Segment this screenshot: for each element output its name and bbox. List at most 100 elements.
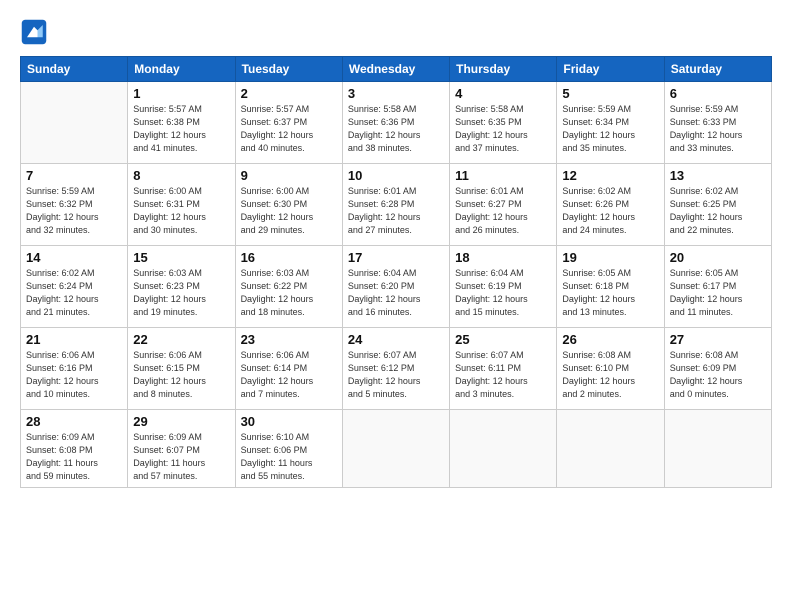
day-number: 21 <box>26 332 122 347</box>
day-cell-18: 18Sunrise: 6:04 AMSunset: 6:19 PMDayligh… <box>450 246 557 328</box>
calendar-week-row-2: 7 Sunrise: 5:59 AMSunset: 6:32 PMDaylight… <box>21 164 772 246</box>
day-number: 23 <box>241 332 337 347</box>
day-info: Sunrise: 6:06 AMSunset: 6:14 PMDaylight:… <box>241 349 337 401</box>
day-number: 1 <box>133 86 229 101</box>
calendar-header-friday: Friday <box>557 57 664 82</box>
day-number: 30 <box>241 414 337 429</box>
calendar-table: SundayMondayTuesdayWednesdayThursdayFrid… <box>20 56 772 488</box>
day-info: Sunrise: 6:00 AMSunset: 6:31 PMDaylight:… <box>133 185 229 237</box>
day-cell-7: 7 Sunrise: 5:59 AMSunset: 6:32 PMDaylight… <box>21 164 128 246</box>
day-cell-29: 29 Sunrise: 6:09 AMSunset: 6:07 PMDayligh… <box>128 410 235 488</box>
day-number: 14 <box>26 250 122 265</box>
calendar-header-sunday: Sunday <box>21 57 128 82</box>
day-number: 29 <box>133 414 229 429</box>
calendar-header-row: SundayMondayTuesdayWednesdayThursdayFrid… <box>21 57 772 82</box>
day-number: 25 <box>455 332 551 347</box>
day-info: Sunrise: 6:03 AMSunset: 6:22 PMDaylight:… <box>241 267 337 319</box>
calendar-week-row-4: 21 Sunrise: 6:06 AMSunset: 6:16 PMDayligh… <box>21 328 772 410</box>
day-number: 20 <box>670 250 766 265</box>
day-cell-10: 10 Sunrise: 6:01 AMSunset: 6:28 PMDayligh… <box>342 164 449 246</box>
day-info: Sunrise: 6:01 AMSunset: 6:28 PMDaylight:… <box>348 185 444 237</box>
day-cell-5: 5 Sunrise: 5:59 AMSunset: 6:34 PMDaylight… <box>557 82 664 164</box>
day-number: 19 <box>562 250 658 265</box>
day-number: 16 <box>241 250 337 265</box>
day-number: 12 <box>562 168 658 183</box>
day-info: Sunrise: 6:02 AMSunset: 6:26 PMDaylight:… <box>562 185 658 237</box>
day-info: Sunrise: 6:05 AMSunset: 6:17 PMDaylight:… <box>670 267 766 319</box>
calendar-week-row-5: 28 Sunrise: 6:09 AMSunset: 6:08 PMDayligh… <box>21 410 772 488</box>
day-cell-21: 21 Sunrise: 6:06 AMSunset: 6:16 PMDayligh… <box>21 328 128 410</box>
day-cell-1: 1 Sunrise: 5:57 AMSunset: 6:38 PMDaylight… <box>128 82 235 164</box>
day-cell-15: 15 Sunrise: 6:03 AMSunset: 6:23 PMDayligh… <box>128 246 235 328</box>
day-cell-20: 20 Sunrise: 6:05 AMSunset: 6:17 PMDayligh… <box>664 246 771 328</box>
day-cell-11: 11 Sunrise: 6:01 AMSunset: 6:27 PMDayligh… <box>450 164 557 246</box>
day-number: 11 <box>455 168 551 183</box>
logo-icon <box>20 18 48 46</box>
day-info: Sunrise: 6:06 AMSunset: 6:16 PMDaylight:… <box>26 349 122 401</box>
day-cell-8: 8 Sunrise: 6:00 AMSunset: 6:31 PMDaylight… <box>128 164 235 246</box>
day-info: Sunrise: 6:09 AMSunset: 6:08 PMDaylight:… <box>26 431 122 483</box>
day-number: 10 <box>348 168 444 183</box>
calendar-header-tuesday: Tuesday <box>235 57 342 82</box>
day-cell-27: 27 Sunrise: 6:08 AMSunset: 6:09 PMDayligh… <box>664 328 771 410</box>
day-number: 7 <box>26 168 122 183</box>
day-cell-14: 14 Sunrise: 6:02 AMSunset: 6:24 PMDayligh… <box>21 246 128 328</box>
day-info: Sunrise: 6:05 AMSunset: 6:18 PMDaylight:… <box>562 267 658 319</box>
day-number: 9 <box>241 168 337 183</box>
day-info: Sunrise: 6:02 AMSunset: 6:24 PMDaylight:… <box>26 267 122 319</box>
day-number: 24 <box>348 332 444 347</box>
day-info: Sunrise: 5:59 AMSunset: 6:32 PMDaylight:… <box>26 185 122 237</box>
day-info: Sunrise: 6:10 AMSunset: 6:06 PMDaylight:… <box>241 431 337 483</box>
day-info: Sunrise: 6:03 AMSunset: 6:23 PMDaylight:… <box>133 267 229 319</box>
day-cell-4: 4 Sunrise: 5:58 AMSunset: 6:35 PMDaylight… <box>450 82 557 164</box>
day-info: Sunrise: 6:07 AMSunset: 6:11 PMDaylight:… <box>455 349 551 401</box>
day-cell-6: 6Sunrise: 5:59 AMSunset: 6:33 PMDaylight… <box>664 82 771 164</box>
day-number: 28 <box>26 414 122 429</box>
day-cell-26: 26Sunrise: 6:08 AMSunset: 6:10 PMDayligh… <box>557 328 664 410</box>
day-info: Sunrise: 5:58 AMSunset: 6:35 PMDaylight:… <box>455 103 551 155</box>
day-number: 8 <box>133 168 229 183</box>
calendar-header-saturday: Saturday <box>664 57 771 82</box>
day-cell-16: 16 Sunrise: 6:03 AMSunset: 6:22 PMDayligh… <box>235 246 342 328</box>
empty-cell <box>21 82 128 164</box>
day-cell-13: 13 Sunrise: 6:02 AMSunset: 6:25 PMDayligh… <box>664 164 771 246</box>
day-number: 13 <box>670 168 766 183</box>
day-number: 22 <box>133 332 229 347</box>
day-info: Sunrise: 6:06 AMSunset: 6:15 PMDaylight:… <box>133 349 229 401</box>
calendar-week-row-3: 14 Sunrise: 6:02 AMSunset: 6:24 PMDayligh… <box>21 246 772 328</box>
calendar-header-thursday: Thursday <box>450 57 557 82</box>
empty-cell <box>664 410 771 488</box>
logo <box>20 18 56 46</box>
day-cell-30: 30 Sunrise: 6:10 AMSunset: 6:06 PMDayligh… <box>235 410 342 488</box>
day-info: Sunrise: 5:57 AMSunset: 6:38 PMDaylight:… <box>133 103 229 155</box>
calendar-header-monday: Monday <box>128 57 235 82</box>
day-number: 15 <box>133 250 229 265</box>
day-number: 5 <box>562 86 658 101</box>
day-number: 4 <box>455 86 551 101</box>
day-cell-24: 24Sunrise: 6:07 AMSunset: 6:12 PMDayligh… <box>342 328 449 410</box>
day-info: Sunrise: 6:04 AMSunset: 6:20 PMDaylight:… <box>348 267 444 319</box>
calendar-week-row-1: 1 Sunrise: 5:57 AMSunset: 6:38 PMDaylight… <box>21 82 772 164</box>
day-info: Sunrise: 6:08 AMSunset: 6:09 PMDaylight:… <box>670 349 766 401</box>
day-cell-2: 2Sunrise: 5:57 AMSunset: 6:37 PMDaylight… <box>235 82 342 164</box>
day-cell-17: 17Sunrise: 6:04 AMSunset: 6:20 PMDayligh… <box>342 246 449 328</box>
day-number: 27 <box>670 332 766 347</box>
day-cell-25: 25 Sunrise: 6:07 AMSunset: 6:11 PMDayligh… <box>450 328 557 410</box>
calendar-header-wednesday: Wednesday <box>342 57 449 82</box>
day-number: 2 <box>241 86 337 101</box>
day-info: Sunrise: 6:09 AMSunset: 6:07 PMDaylight:… <box>133 431 229 483</box>
day-info: Sunrise: 5:59 AMSunset: 6:33 PMDaylight:… <box>670 103 766 155</box>
day-info: Sunrise: 5:58 AMSunset: 6:36 PMDaylight:… <box>348 103 444 155</box>
day-info: Sunrise: 6:02 AMSunset: 6:25 PMDaylight:… <box>670 185 766 237</box>
day-cell-23: 23 Sunrise: 6:06 AMSunset: 6:14 PMDayligh… <box>235 328 342 410</box>
day-cell-19: 19 Sunrise: 6:05 AMSunset: 6:18 PMDayligh… <box>557 246 664 328</box>
day-cell-22: 22 Sunrise: 6:06 AMSunset: 6:15 PMDayligh… <box>128 328 235 410</box>
day-info: Sunrise: 5:59 AMSunset: 6:34 PMDaylight:… <box>562 103 658 155</box>
empty-cell <box>450 410 557 488</box>
day-info: Sunrise: 6:00 AMSunset: 6:30 PMDaylight:… <box>241 185 337 237</box>
day-info: Sunrise: 6:08 AMSunset: 6:10 PMDaylight:… <box>562 349 658 401</box>
header <box>20 18 772 46</box>
day-cell-3: 3Sunrise: 5:58 AMSunset: 6:36 PMDaylight… <box>342 82 449 164</box>
day-cell-9: 9 Sunrise: 6:00 AMSunset: 6:30 PMDaylight… <box>235 164 342 246</box>
day-info: Sunrise: 6:01 AMSunset: 6:27 PMDaylight:… <box>455 185 551 237</box>
